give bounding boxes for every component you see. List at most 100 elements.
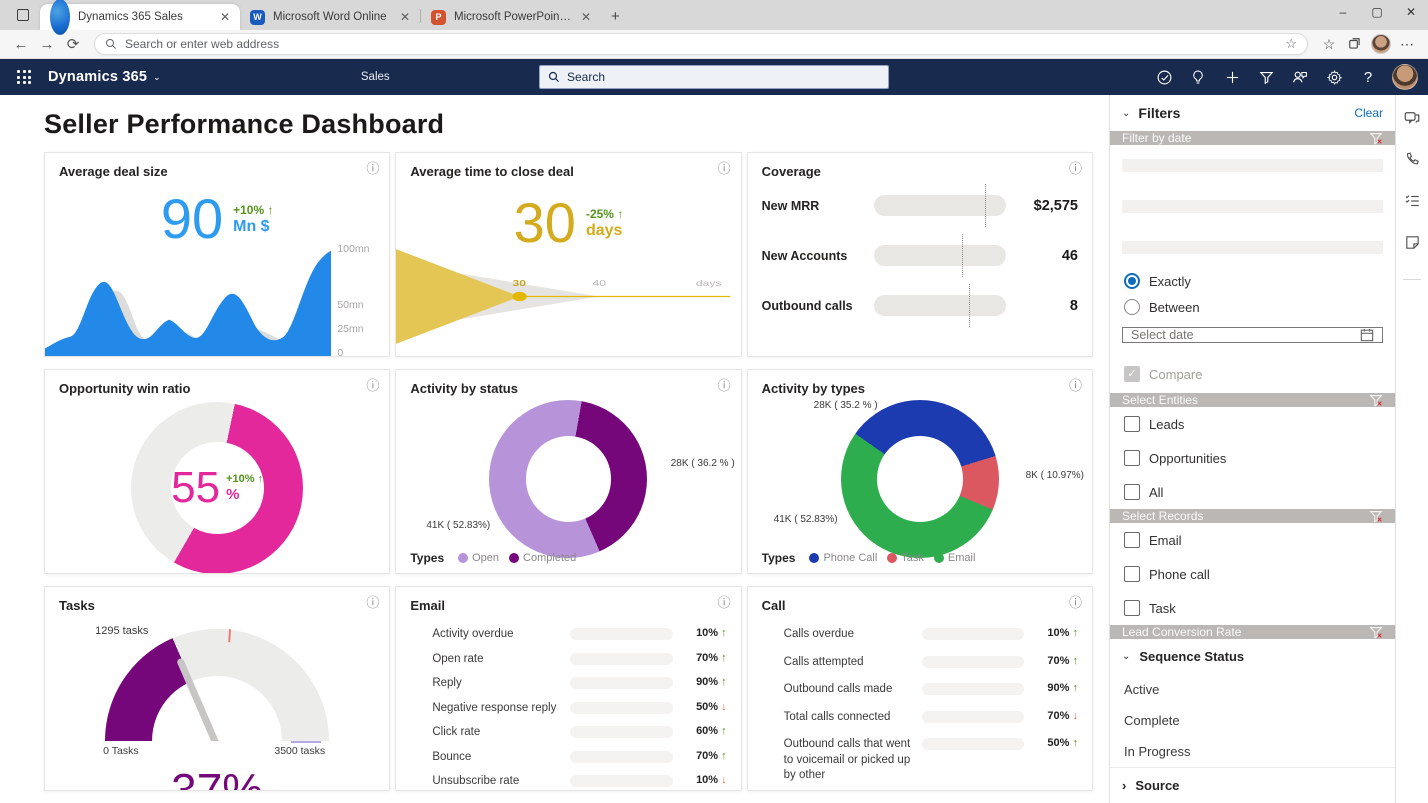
chevron-down-icon[interactable]: ⌄ bbox=[1122, 108, 1130, 119]
tab-title: Microsoft PowerPoint Online bbox=[454, 11, 573, 23]
compare-checkbox[interactable]: ✓ Compare bbox=[1110, 355, 1395, 393]
address-bar[interactable]: Search or enter web address ☆ bbox=[94, 33, 1308, 55]
page-title: Seller Performance Dashboard bbox=[44, 109, 1093, 140]
back-icon[interactable]: ← bbox=[8, 32, 34, 56]
tab-title: Dynamics 365 Sales bbox=[78, 11, 212, 23]
info-icon[interactable]: ⓘ bbox=[718, 162, 731, 175]
card-title: Coverage bbox=[762, 164, 1078, 179]
settings-gear-icon[interactable] bbox=[1318, 62, 1350, 92]
legend: Types Open Completed bbox=[410, 551, 576, 565]
kpi-delta: +10% ↑ bbox=[226, 473, 263, 485]
collections-icon[interactable] bbox=[1342, 32, 1368, 56]
info-icon[interactable]: ⓘ bbox=[1069, 379, 1082, 392]
browser-toolbar: ← → ⟳ Search or enter web address ☆ ☆ ⋯ bbox=[0, 30, 1428, 59]
info-icon[interactable]: ⓘ bbox=[718, 596, 731, 609]
clear-filter-icon[interactable] bbox=[1369, 509, 1383, 523]
info-icon[interactable]: ⓘ bbox=[1069, 596, 1082, 609]
window-controls: – ▢ ✕ bbox=[1326, 0, 1428, 24]
maximize-button[interactable]: ▢ bbox=[1360, 0, 1394, 24]
card-activity-by-types: Activity by types ⓘ 28K ( 35.2 % ) 8K ( … bbox=[747, 369, 1093, 574]
progress-bar bbox=[874, 195, 1006, 216]
metric-row: Outbound calls made 90% ↑ bbox=[784, 682, 1078, 698]
radio-between[interactable]: Between bbox=[1110, 294, 1395, 320]
help-icon[interactable]: ? bbox=[1352, 62, 1384, 92]
info-icon[interactable]: ⓘ bbox=[718, 379, 731, 392]
user-avatar[interactable] bbox=[1392, 64, 1418, 90]
source-header[interactable]: › Source bbox=[1110, 767, 1395, 803]
card-title: Email bbox=[410, 598, 726, 613]
info-icon[interactable]: ⓘ bbox=[366, 379, 379, 392]
browser-menu-icon[interactable]: ⋯ bbox=[1394, 32, 1420, 56]
checkbox-email[interactable]: Email bbox=[1110, 523, 1395, 557]
address-placeholder: Search or enter web address bbox=[125, 37, 1277, 51]
sequence-item-active[interactable]: Active bbox=[1110, 674, 1395, 705]
checkbox-icon bbox=[1124, 600, 1140, 616]
checkbox-leads[interactable]: Leads bbox=[1110, 407, 1395, 441]
note-icon[interactable] bbox=[1404, 234, 1421, 256]
filters-panel: ⌄ Filters Clear Filter by date Exactly B… bbox=[1109, 95, 1395, 803]
checkbox-icon bbox=[1124, 416, 1140, 432]
close-tab-icon[interactable]: ✕ bbox=[220, 10, 230, 24]
forward-icon[interactable]: → bbox=[34, 32, 60, 56]
close-tab-icon[interactable]: ✕ bbox=[581, 10, 591, 24]
clear-filter-icon[interactable] bbox=[1369, 625, 1383, 639]
checkbox-task[interactable]: Task bbox=[1110, 591, 1395, 625]
checkbox-icon bbox=[1124, 450, 1140, 466]
data-label: 41K ( 52.83%) bbox=[774, 514, 838, 525]
checkbox-all[interactable]: All bbox=[1110, 475, 1395, 509]
task-check-icon[interactable] bbox=[1148, 62, 1180, 92]
close-window-button[interactable]: ✕ bbox=[1394, 0, 1428, 24]
new-tab-button[interactable]: + bbox=[611, 8, 620, 25]
tab-dynamics[interactable]: Dynamics 365 Sales ✕ bbox=[40, 4, 240, 30]
card-call: Call ⓘ Calls overdue 10% ↑ Calls attempt… bbox=[747, 586, 1093, 791]
vertical-tabs-icon[interactable] bbox=[10, 3, 36, 27]
browser-profile-avatar[interactable] bbox=[1368, 32, 1394, 56]
section-filter-by-date[interactable]: Filter by date bbox=[1110, 131, 1395, 145]
tab-word[interactable]: W Microsoft Word Online ✕ bbox=[240, 4, 420, 30]
clear-filter-icon[interactable] bbox=[1369, 393, 1383, 407]
chevron-right-icon: › bbox=[1122, 778, 1126, 793]
favorites-bar-icon[interactable]: ☆ bbox=[1316, 32, 1342, 56]
app-switcher[interactable]: Dynamics 365 ⌄ bbox=[48, 69, 161, 85]
info-icon[interactable]: ⓘ bbox=[1069, 162, 1082, 175]
sequence-status-header[interactable]: ⌄ Sequence Status bbox=[1110, 639, 1395, 674]
word-favicon: W bbox=[250, 10, 265, 25]
card-title: Tasks bbox=[59, 598, 375, 613]
y-axis-labels: 100mn 50mn 25mn 0 bbox=[331, 241, 375, 356]
clear-filter-icon[interactable] bbox=[1369, 131, 1383, 145]
tab-powerpoint[interactable]: P Microsoft PowerPoint Online ✕ bbox=[421, 4, 601, 30]
clear-filters-link[interactable]: Clear bbox=[1354, 106, 1383, 120]
sequence-item-complete[interactable]: Complete bbox=[1110, 705, 1395, 736]
phone-icon[interactable] bbox=[1404, 151, 1421, 173]
insights-bulb-icon[interactable] bbox=[1182, 62, 1214, 92]
favorites-settings-icon[interactable]: ☆ bbox=[1285, 36, 1297, 52]
minimize-button[interactable]: – bbox=[1326, 0, 1360, 24]
info-icon[interactable]: ⓘ bbox=[366, 162, 379, 175]
card-average-deal-size: Average deal size ⓘ 90 +10% ↑ Mn $ bbox=[44, 152, 390, 357]
section-select-records[interactable]: Select Records bbox=[1110, 509, 1395, 523]
reload-icon[interactable]: ⟳ bbox=[60, 32, 86, 56]
close-tab-icon[interactable]: ✕ bbox=[400, 10, 410, 24]
feedback-icon[interactable] bbox=[1284, 62, 1316, 92]
filter-icon[interactable] bbox=[1250, 62, 1282, 92]
checkbox-opportunities[interactable]: Opportunities bbox=[1110, 441, 1395, 475]
card-title: Activity by types bbox=[762, 381, 1078, 396]
radio-selected-icon bbox=[1124, 273, 1140, 289]
checkbox-icon bbox=[1124, 532, 1140, 548]
side-icon-rail bbox=[1395, 95, 1428, 803]
waffle-icon[interactable] bbox=[10, 63, 38, 91]
section-lead-conversion-rate[interactable]: Lead Conversion Rate bbox=[1110, 625, 1395, 639]
global-search-input[interactable]: Search bbox=[539, 65, 889, 89]
section-select-entities[interactable]: Select Entities bbox=[1110, 393, 1395, 407]
new-record-plus-icon[interactable] bbox=[1216, 62, 1248, 92]
sequence-item-in-progress[interactable]: In Progress bbox=[1110, 736, 1395, 767]
tab-title: Microsoft Word Online bbox=[273, 11, 392, 23]
app-name: Dynamics 365 bbox=[48, 69, 147, 85]
radio-exactly[interactable]: Exactly bbox=[1110, 268, 1395, 294]
chat-icon[interactable] bbox=[1403, 109, 1421, 132]
select-date-input[interactable]: Select date bbox=[1122, 327, 1383, 343]
info-icon[interactable]: ⓘ bbox=[366, 596, 379, 609]
checkbox-phone-call[interactable]: Phone call bbox=[1110, 557, 1395, 591]
checklist-icon[interactable] bbox=[1403, 192, 1421, 215]
card-title: Call bbox=[762, 598, 1078, 613]
